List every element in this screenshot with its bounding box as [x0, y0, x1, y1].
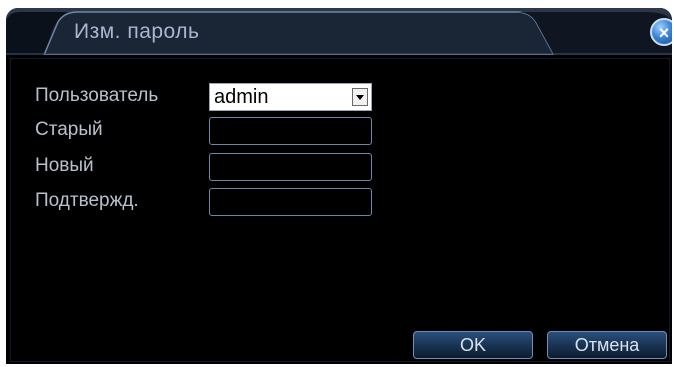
confirm-password-field[interactable] [209, 188, 372, 216]
cancel-button[interactable]: Отмена [547, 331, 667, 359]
confirm-password-row: Подтвержд. [35, 188, 395, 218]
user-select[interactable]: admin [209, 83, 372, 111]
user-row: Пользователь admin [35, 83, 395, 113]
dialog-title: Изм. пароль [74, 20, 200, 43]
close-icon: × [658, 23, 670, 43]
ok-button[interactable]: OK [413, 331, 533, 359]
user-label: Пользователь [35, 85, 159, 106]
old-password-label: Старый [35, 119, 103, 140]
close-button[interactable]: × [650, 18, 672, 46]
new-password-field[interactable] [209, 153, 372, 181]
user-select-value: admin [214, 86, 269, 108]
dialog-titlebar: Изм. пароль × [6, 8, 672, 55]
confirm-password-label: Подтвержд. [35, 190, 139, 211]
old-password-row: Старый [35, 117, 395, 147]
old-password-field[interactable] [209, 117, 372, 145]
new-password-row: Новый [35, 153, 395, 183]
dialog-body: Пользователь admin Старый Новый Подтверж… [10, 58, 670, 362]
change-password-dialog: Изм. пароль × Пользователь admin Старый … [6, 8, 672, 364]
new-password-label: Новый [35, 155, 94, 176]
chevron-down-icon[interactable] [352, 88, 368, 106]
